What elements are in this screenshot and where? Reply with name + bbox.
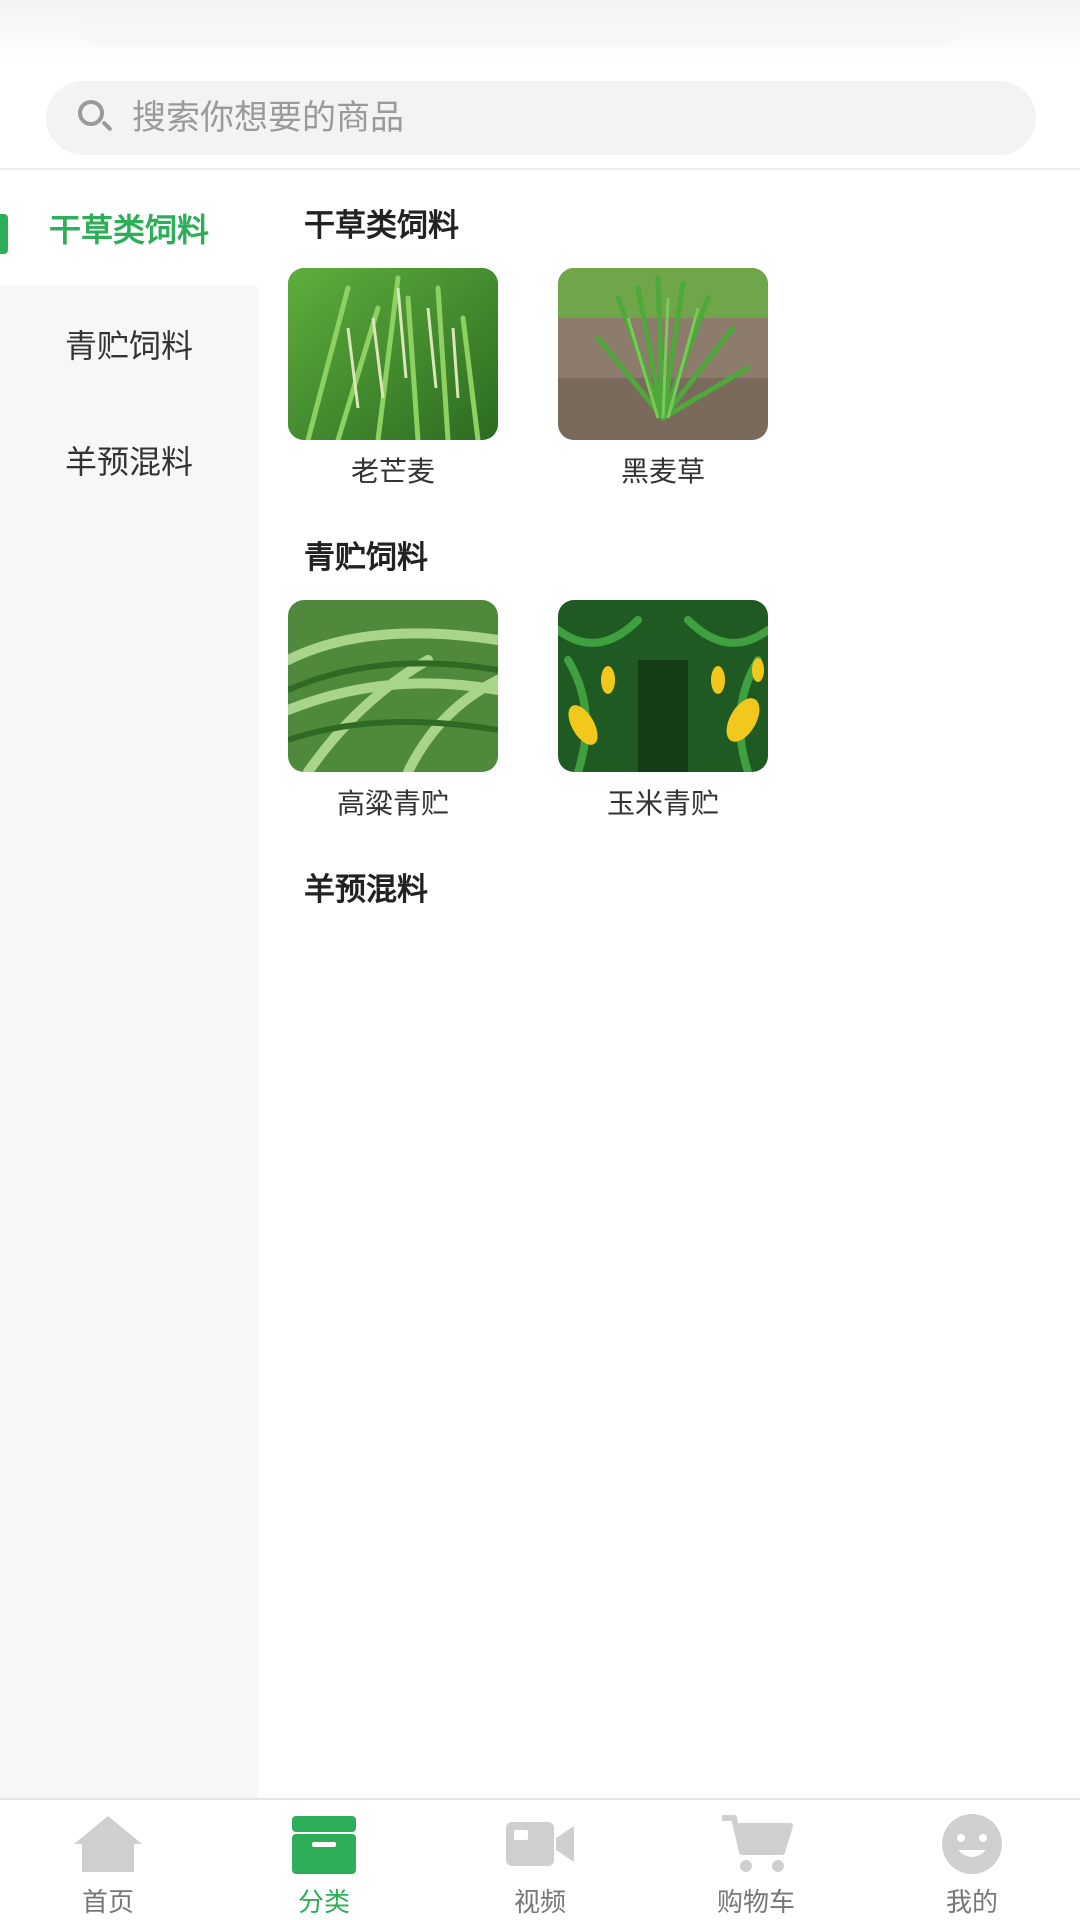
- search-bar[interactable]: [46, 81, 1036, 155]
- tab-home[interactable]: 首页: [0, 1800, 216, 1920]
- corn-photo: [558, 600, 768, 772]
- tab-label: 分类: [297, 1888, 350, 1918]
- search-input[interactable]: [132, 98, 992, 138]
- product-card[interactable]: 老芒麦: [288, 268, 498, 490]
- product-card[interactable]: 黑麦草: [558, 268, 768, 490]
- section-title-silage-feed: 青贮饲料: [304, 540, 428, 576]
- tab-category[interactable]: 分类: [216, 1800, 432, 1920]
- sidebar-item-label: 羊预混料: [64, 443, 193, 481]
- section-title-hay-feed: 干草类饲料: [304, 208, 459, 244]
- tab-profile[interactable]: 我的: [864, 1800, 1080, 1920]
- video-icon: [502, 1812, 578, 1876]
- product-name: 玉米青贮: [606, 787, 719, 820]
- tab-cart[interactable]: 购物车: [648, 1800, 864, 1920]
- status-bar-blur: [80, 10, 960, 46]
- tab-label: 购物车: [716, 1888, 795, 1918]
- section-title-sheep-premix: 羊预混料: [304, 872, 428, 908]
- sidebar-item-label: 干草类饲料: [48, 211, 209, 249]
- bottom-tab-bar: 首页 分类 视频 购物车 我的: [0, 1798, 1080, 1920]
- sidebar-item-sheep-premix[interactable]: 羊预混料: [0, 402, 258, 518]
- category-content: 干草类饲料 老芒麦 黑麦草 青贮饲料 高粱青贮 玉米青贮 羊预混料: [258, 170, 1080, 1798]
- profile-icon: [934, 1812, 1010, 1876]
- product-name: 老芒麦: [350, 455, 435, 488]
- product-card[interactable]: 玉米青贮: [558, 600, 768, 822]
- sidebar-item-silage-feed[interactable]: 青贮饲料: [0, 286, 258, 402]
- home-icon: [70, 1812, 146, 1876]
- product-name: 黑麦草: [620, 455, 705, 488]
- sidebar-item-label: 青贮饲料: [64, 327, 193, 365]
- status-area: [0, 0, 1080, 60]
- search-icon: [76, 98, 116, 138]
- tab-label: 首页: [81, 1888, 134, 1918]
- product-name: 高粱青贮: [336, 787, 449, 820]
- tab-video[interactable]: 视频: [432, 1800, 648, 1920]
- ryegrass-photo: [558, 268, 768, 440]
- category-icon: [286, 1812, 362, 1876]
- tab-label: 我的: [945, 1888, 998, 1918]
- cart-icon: [718, 1812, 794, 1876]
- sorghum-photo: [288, 600, 498, 772]
- wheatgrass-photo: [288, 268, 498, 440]
- category-sidebar: 干草类饲料 青贮饲料 羊预混料: [0, 170, 258, 1798]
- sidebar-item-hay-feed[interactable]: 干草类饲料: [0, 170, 258, 286]
- product-card[interactable]: 高粱青贮: [288, 600, 498, 822]
- tab-label: 视频: [513, 1888, 566, 1918]
